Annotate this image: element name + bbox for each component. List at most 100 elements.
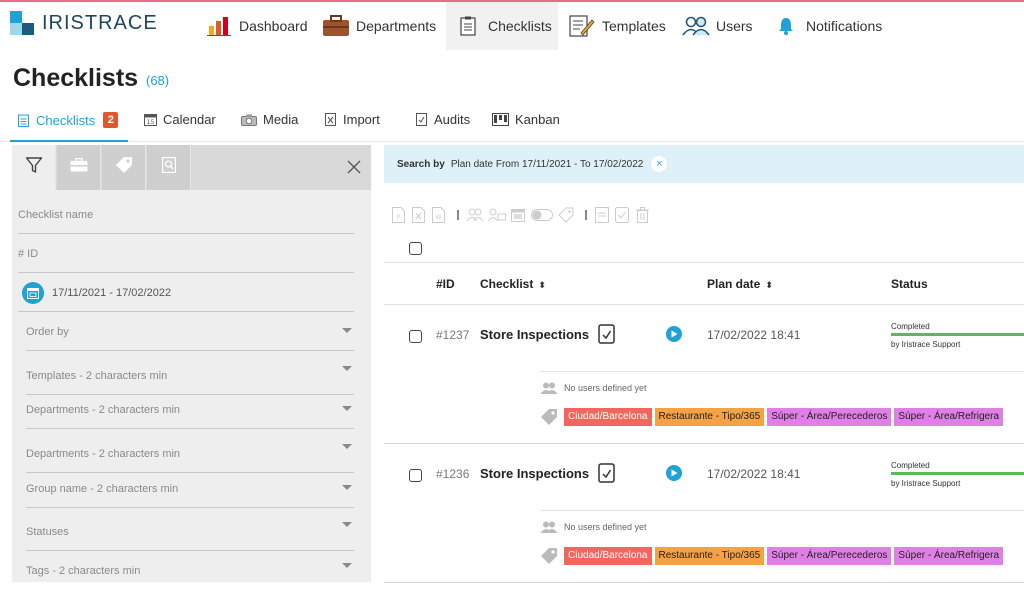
search-criteria-banner: Search by Plan date From 17/11/2021 - To…	[384, 145, 1024, 183]
row-checkbox[interactable]	[409, 469, 422, 482]
order-by-select[interactable]: Order by	[26, 313, 354, 351]
tab-media[interactable]: Media	[241, 112, 298, 127]
template-edit-icon	[568, 14, 596, 38]
checklist-name[interactable]: Store Inspections	[480, 327, 589, 342]
tags-select[interactable]: Tags - 2 characters min	[26, 552, 354, 590]
filter-tab-search-doc[interactable]	[147, 145, 191, 190]
status-by: by Iristrace Support	[891, 340, 961, 349]
tag-chip[interactable]: Súper - Área/Perecederos	[767, 408, 892, 426]
tab-kanban[interactable]: Kanban	[491, 112, 560, 127]
briefcase-icon	[70, 157, 88, 177]
checklist-id[interactable]: #1236	[436, 467, 469, 481]
order-by-label: Order by	[26, 325, 69, 338]
table-row: #1236 Store Inspections 17/02/2022 18:41…	[384, 445, 1024, 583]
nav-item-departments[interactable]: Departments	[322, 2, 436, 50]
tab-audits[interactable]: Audits	[414, 112, 470, 127]
group-name-label: Group name - 2 characters min	[26, 482, 179, 495]
svg-text:W: W	[435, 214, 441, 221]
trash-icon[interactable]	[634, 206, 650, 224]
date-range-field[interactable]: 17/11/2021 - 17/02/2022	[18, 274, 354, 312]
templates-select[interactable]: Templates - 2 characters min	[26, 357, 354, 395]
clear-search-icon[interactable]: ×	[651, 156, 668, 172]
id-input[interactable]: # ID	[18, 235, 354, 273]
nav-item-users[interactable]: Users	[682, 2, 753, 50]
tab-badge: 2	[103, 112, 119, 128]
audit-file-icon	[414, 113, 428, 127]
column-header-plan-date[interactable]: Plan date ⬍	[707, 277, 773, 291]
assigned-users: No users defined yet	[540, 521, 647, 533]
tag-chip[interactable]: Restaurante - Tipo/365	[654, 547, 765, 565]
filter-tab-tags[interactable]	[102, 145, 146, 190]
nav-label-users: Users	[716, 18, 753, 34]
tab-label-calendar: Calendar	[163, 112, 216, 127]
tag-chip[interactable]: Súper - Área/Perecederos	[767, 547, 892, 565]
tag-chip[interactable]: Restaurante - Tipo/365	[654, 408, 765, 426]
nav-item-checklists[interactable]: Checklists	[446, 2, 558, 50]
calendar-icon	[22, 281, 44, 304]
checklist-id[interactable]: #1237	[436, 328, 469, 342]
departments-label: Departments - 2 characters min	[26, 403, 181, 416]
select-all-checkbox[interactable]	[409, 242, 422, 255]
sort-icon: ⬍	[538, 280, 546, 290]
filter-tab-funnel[interactable]	[12, 145, 56, 190]
tab-label-kanban: Kanban	[515, 112, 560, 127]
tag-action-icon[interactable]	[558, 206, 574, 224]
users-icon	[540, 521, 558, 533]
top-navigation: IRISTRACE Dashboard Departments Checklis…	[0, 0, 1024, 50]
nav-item-notifications[interactable]: Notifications	[772, 2, 882, 50]
departments-select[interactable]: Departments - 2 characters min	[26, 391, 354, 429]
export-pdf-icon[interactable]: P	[390, 206, 406, 224]
tab-checklists[interactable]: Checklists 2	[16, 112, 119, 128]
tag-chip[interactable]: Ciudad/Barcelona	[564, 408, 652, 426]
filter-tab-departments[interactable]	[57, 145, 101, 190]
tag-chip[interactable]: Súper - Área/Refrigera	[894, 408, 1004, 426]
tag-chip[interactable]: Ciudad/Barcelona	[564, 547, 652, 565]
bell-icon	[772, 14, 800, 38]
column-header-status[interactable]: Status	[891, 277, 928, 291]
assign-users-icon[interactable]	[466, 206, 484, 224]
toggle-action-icon[interactable]	[530, 206, 554, 224]
assign-departments-icon[interactable]	[488, 206, 506, 224]
page-title: Checklists	[13, 64, 139, 92]
status-by: by Iristrace Support	[891, 479, 961, 488]
chevron-down-icon	[342, 406, 352, 411]
close-filters-icon[interactable]	[345, 158, 363, 176]
check-document-icon[interactable]	[614, 206, 630, 224]
table-row: #1237 Store Inspections 17/02/2022 18:41…	[384, 306, 1024, 444]
document-action-icon[interactable]	[594, 206, 610, 224]
departments-select-2[interactable]: Departments - 2 characters min	[26, 435, 354, 473]
group-name-select[interactable]: Group name - 2 characters min	[26, 470, 354, 508]
column-header-checklist[interactable]: Checklist ⬍	[480, 277, 546, 291]
svg-text:15: 15	[146, 119, 154, 126]
sub-tabs: Checklists 2 15 Calendar Media Import Au…	[0, 100, 1024, 142]
tag-chip[interactable]: Súper - Área/Refrigera	[894, 547, 1004, 565]
nav-item-dashboard[interactable]: Dashboard	[205, 2, 308, 50]
users-icon	[540, 382, 558, 394]
play-icon[interactable]	[666, 465, 682, 481]
check-document-icon[interactable]	[598, 463, 615, 483]
checklist-name[interactable]: Store Inspections	[480, 466, 589, 481]
play-icon[interactable]	[666, 326, 682, 342]
chevron-down-icon	[342, 522, 352, 527]
status-progress-bar	[891, 333, 1024, 336]
column-header-checklist-label: Checklist	[480, 277, 534, 291]
row-divider	[540, 371, 1024, 372]
nav-item-templates[interactable]: Templates	[568, 2, 666, 50]
checklist-name-input[interactable]: Checklist name	[18, 196, 354, 234]
column-header-id[interactable]: #ID	[436, 277, 455, 291]
checklist-icon	[454, 14, 482, 38]
tag-icon	[115, 156, 133, 179]
briefcase-icon	[322, 14, 350, 38]
tab-calendar[interactable]: 15 Calendar	[143, 112, 216, 127]
calendar-action-icon[interactable]	[510, 206, 526, 224]
export-word-icon[interactable]: W	[430, 206, 446, 224]
statuses-select[interactable]: Statuses	[26, 513, 354, 551]
funnel-icon	[25, 156, 43, 179]
row-checkbox[interactable]	[409, 330, 422, 343]
tab-import[interactable]: Import	[323, 112, 380, 127]
check-document-icon[interactable]	[598, 324, 615, 344]
app-logo[interactable]: IRISTRACE	[10, 11, 158, 35]
svg-text:P: P	[396, 214, 400, 221]
chevron-down-icon	[342, 366, 352, 371]
export-excel-icon[interactable]	[410, 206, 426, 224]
